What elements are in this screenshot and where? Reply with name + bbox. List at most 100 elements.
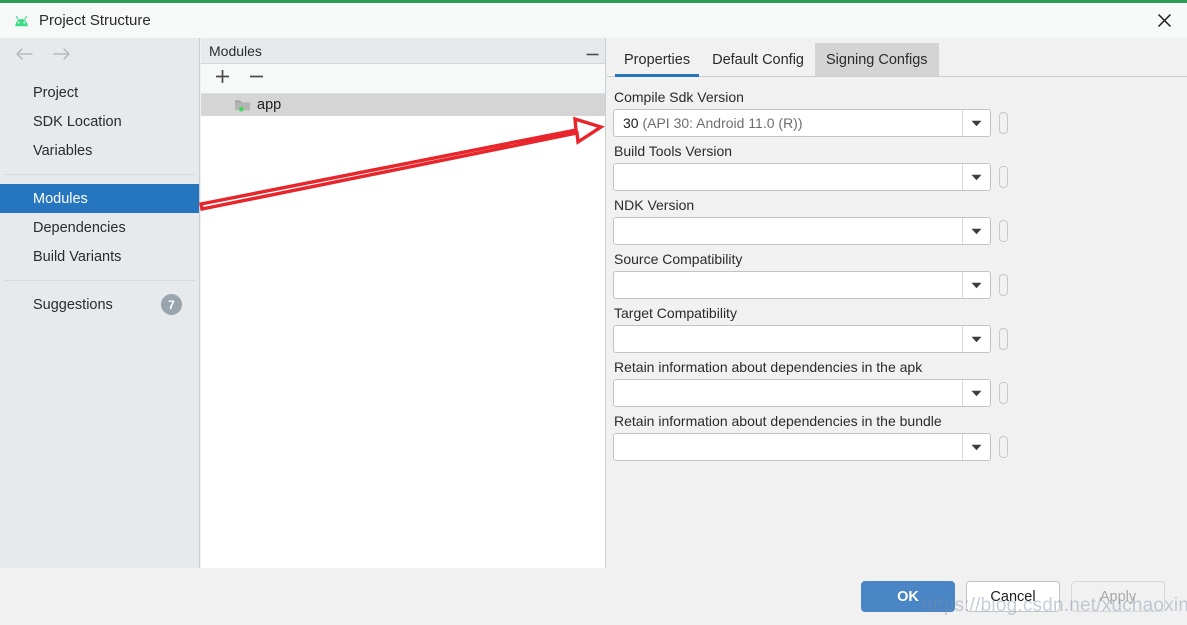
combo-value: 30 (API 30: Android 11.0 (R)) — [614, 115, 962, 131]
modules-panel-title: Modules — [209, 42, 262, 59]
field-ndk-version: NDK Version — [613, 197, 1187, 245]
retain-bundle-combo[interactable] — [613, 433, 991, 461]
project-structure-dialog: Project Structure Project SDK Location V… — [0, 0, 1187, 625]
folder-module-icon — [234, 98, 251, 112]
title-bar: Project Structure — [0, 3, 1187, 38]
dialog-footer: OK Cancel Apply — [0, 568, 1187, 625]
sidebar: Project SDK Location Variables Modules D… — [0, 38, 200, 571]
sidebar-separator — [4, 280, 195, 281]
remove-module-button[interactable] — [245, 68, 267, 90]
sidebar-item-label: Modules — [33, 190, 88, 207]
plus-icon — [215, 69, 230, 89]
tab-properties[interactable]: Properties — [613, 43, 701, 77]
field-row — [613, 163, 1187, 191]
field-label: Compile Sdk Version — [614, 89, 744, 105]
minus-icon — [249, 69, 264, 89]
combo-value-muted: (API 30: Android 11.0 (R)) — [642, 115, 803, 131]
ok-button[interactable]: OK — [861, 581, 955, 612]
collapse-panel-button[interactable] — [579, 38, 605, 63]
ndk-version-combo[interactable] — [613, 217, 991, 245]
sidebar-item-suggestions[interactable]: Suggestions 7 — [0, 290, 199, 319]
minimize-icon — [586, 43, 599, 59]
add-module-button[interactable] — [211, 68, 233, 90]
sidebar-nav-arrows — [0, 38, 199, 74]
field-extra-button[interactable] — [999, 328, 1008, 350]
sidebar-item-sdk-location[interactable]: SDK Location — [0, 107, 199, 136]
tab-signing-configs[interactable]: Signing Configs — [814, 43, 939, 76]
sidebar-item-modules[interactable]: Modules — [0, 184, 199, 213]
sidebar-item-label: Dependencies — [33, 219, 126, 236]
modules-panel: Modules app — [201, 38, 606, 571]
apply-button[interactable]: Apply — [1071, 581, 1165, 612]
retain-apk-combo[interactable] — [613, 379, 991, 407]
field-extra-button[interactable] — [999, 112, 1008, 134]
sidebar-item-build-variants[interactable]: Build Variants — [0, 242, 199, 271]
android-icon — [11, 11, 31, 31]
sidebar-item-label: SDK Location — [33, 113, 122, 130]
chevron-down-icon[interactable] — [962, 434, 990, 460]
chevron-down-icon[interactable] — [962, 272, 990, 298]
target-compatibility-combo[interactable] — [613, 325, 991, 353]
close-icon — [1157, 13, 1172, 28]
sidebar-item-variables[interactable]: Variables — [0, 136, 199, 165]
cancel-button[interactable]: Cancel — [966, 581, 1060, 612]
field-row — [613, 433, 1187, 461]
properties-form: Compile Sdk Version 30 (API 30: Android … — [607, 77, 1187, 461]
field-source-compatibility: Source Compatibility — [613, 251, 1187, 299]
field-row — [613, 217, 1187, 245]
back-button[interactable] — [12, 44, 36, 68]
combo-value-strong: 30 — [623, 115, 639, 131]
tab-default-config[interactable]: Default Config — [701, 43, 815, 76]
modules-toolbar — [201, 64, 605, 94]
forward-button[interactable] — [50, 44, 74, 68]
arrow-left-icon — [14, 47, 34, 66]
chevron-down-icon[interactable] — [962, 218, 990, 244]
sidebar-list: Project SDK Location Variables Modules D… — [0, 74, 199, 319]
field-target-compatibility: Target Compatibility — [613, 305, 1187, 353]
chevron-down-icon[interactable] — [962, 326, 990, 352]
field-retain-apk: Retain information about dependencies in… — [613, 359, 1187, 407]
field-label: Retain information about dependencies in… — [614, 359, 923, 375]
field-label: Source Compatibility — [614, 251, 743, 267]
tab-label: Default Config — [712, 51, 804, 68]
module-list-item-app[interactable]: app — [201, 94, 605, 116]
tab-label: Signing Configs — [825, 51, 928, 68]
field-row: 30 (API 30: Android 11.0 (R)) — [613, 109, 1187, 137]
chevron-down-icon[interactable] — [962, 110, 990, 136]
field-extra-button[interactable] — [999, 274, 1008, 296]
sidebar-item-dependencies[interactable]: Dependencies — [0, 213, 199, 242]
modules-panel-header: Modules — [201, 38, 605, 64]
apply-button-label: Apply — [1099, 588, 1137, 605]
cancel-button-label: Cancel — [990, 588, 1036, 605]
sidebar-item-project[interactable]: Project — [0, 78, 199, 107]
source-compatibility-combo[interactable] — [613, 271, 991, 299]
sidebar-item-label: Suggestions — [33, 296, 113, 313]
field-compile-sdk-version: Compile Sdk Version 30 (API 30: Android … — [613, 89, 1187, 137]
sidebar-separator — [4, 174, 195, 175]
field-retain-bundle: Retain information about dependencies in… — [613, 413, 1187, 461]
chevron-down-icon[interactable] — [962, 164, 990, 190]
window-title: Project Structure — [39, 12, 151, 29]
module-label: app — [257, 97, 282, 113]
build-tools-version-combo[interactable] — [613, 163, 991, 191]
arrow-right-icon — [52, 47, 72, 66]
field-row — [613, 379, 1187, 407]
field-extra-button[interactable] — [999, 166, 1008, 188]
tab-bar: Properties Default Config Signing Config… — [607, 38, 1187, 77]
field-build-tools-version: Build Tools Version — [613, 143, 1187, 191]
field-extra-button[interactable] — [999, 436, 1008, 458]
field-row — [613, 325, 1187, 353]
chevron-down-icon[interactable] — [962, 380, 990, 406]
ok-button-label: OK — [897, 588, 919, 605]
sidebar-item-label: Project — [33, 84, 79, 101]
properties-panel: Properties Default Config Signing Config… — [607, 38, 1187, 571]
suggestions-count-badge: 7 — [161, 294, 182, 315]
field-extra-button[interactable] — [999, 382, 1008, 404]
field-label: Target Compatibility — [614, 305, 737, 321]
close-button[interactable] — [1141, 3, 1187, 38]
field-extra-button[interactable] — [999, 220, 1008, 242]
field-row — [613, 271, 1187, 299]
compile-sdk-version-combo[interactable]: 30 (API 30: Android 11.0 (R)) — [613, 109, 991, 137]
tab-label: Properties — [624, 51, 691, 68]
sidebar-item-label: Build Variants — [33, 248, 122, 265]
